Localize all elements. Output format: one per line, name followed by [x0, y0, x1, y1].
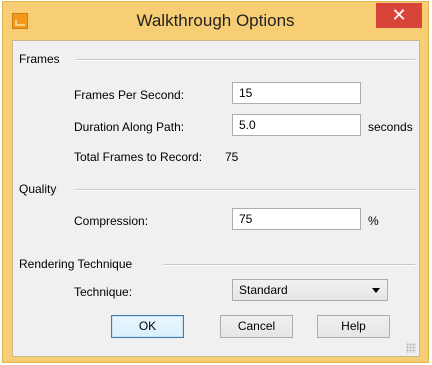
help-button[interactable]: Help: [317, 315, 390, 338]
rendering-group-divider: [163, 264, 415, 266]
resize-grip-icon[interactable]: [406, 343, 416, 353]
duration-input[interactable]: [232, 114, 361, 136]
frames-group-divider: [76, 59, 415, 61]
total-frames-value: 75: [225, 150, 239, 164]
technique-label: Technique:: [74, 285, 133, 299]
fps-input[interactable]: [232, 82, 361, 104]
ok-button[interactable]: OK: [111, 315, 184, 338]
compression-label: Compression:: [74, 214, 149, 228]
window-title: Walkthrough Options: [136, 11, 295, 30]
fps-label: Frames Per Second:: [74, 88, 185, 102]
dialog-body: Frames Frames Per Second: Duration Along…: [12, 40, 420, 357]
technique-selected-value: Standard: [239, 283, 288, 297]
technique-dropdown[interactable]: Standard: [232, 279, 388, 301]
frames-group-title: Frames: [19, 52, 60, 66]
duration-unit-label: seconds: [368, 120, 413, 134]
dropdown-arrow-icon: [372, 288, 380, 293]
compression-input[interactable]: [232, 208, 361, 230]
rendering-group-title: Rendering Technique: [19, 257, 133, 271]
quality-group-title: Quality: [19, 182, 57, 196]
cancel-button[interactable]: Cancel: [220, 315, 293, 338]
compression-unit-label: %: [368, 214, 379, 228]
close-button[interactable]: ✕: [376, 3, 422, 28]
total-frames-label: Total Frames to Record:: [74, 150, 203, 164]
quality-group-divider: [76, 189, 415, 191]
title-bar[interactable]: Walkthrough Options ✕: [3, 2, 428, 42]
close-icon: ✕: [391, 5, 407, 25]
walkthrough-options-window: Walkthrough Options ✕ Frames Frames Per …: [2, 1, 429, 363]
duration-label: Duration Along Path:: [74, 120, 185, 134]
